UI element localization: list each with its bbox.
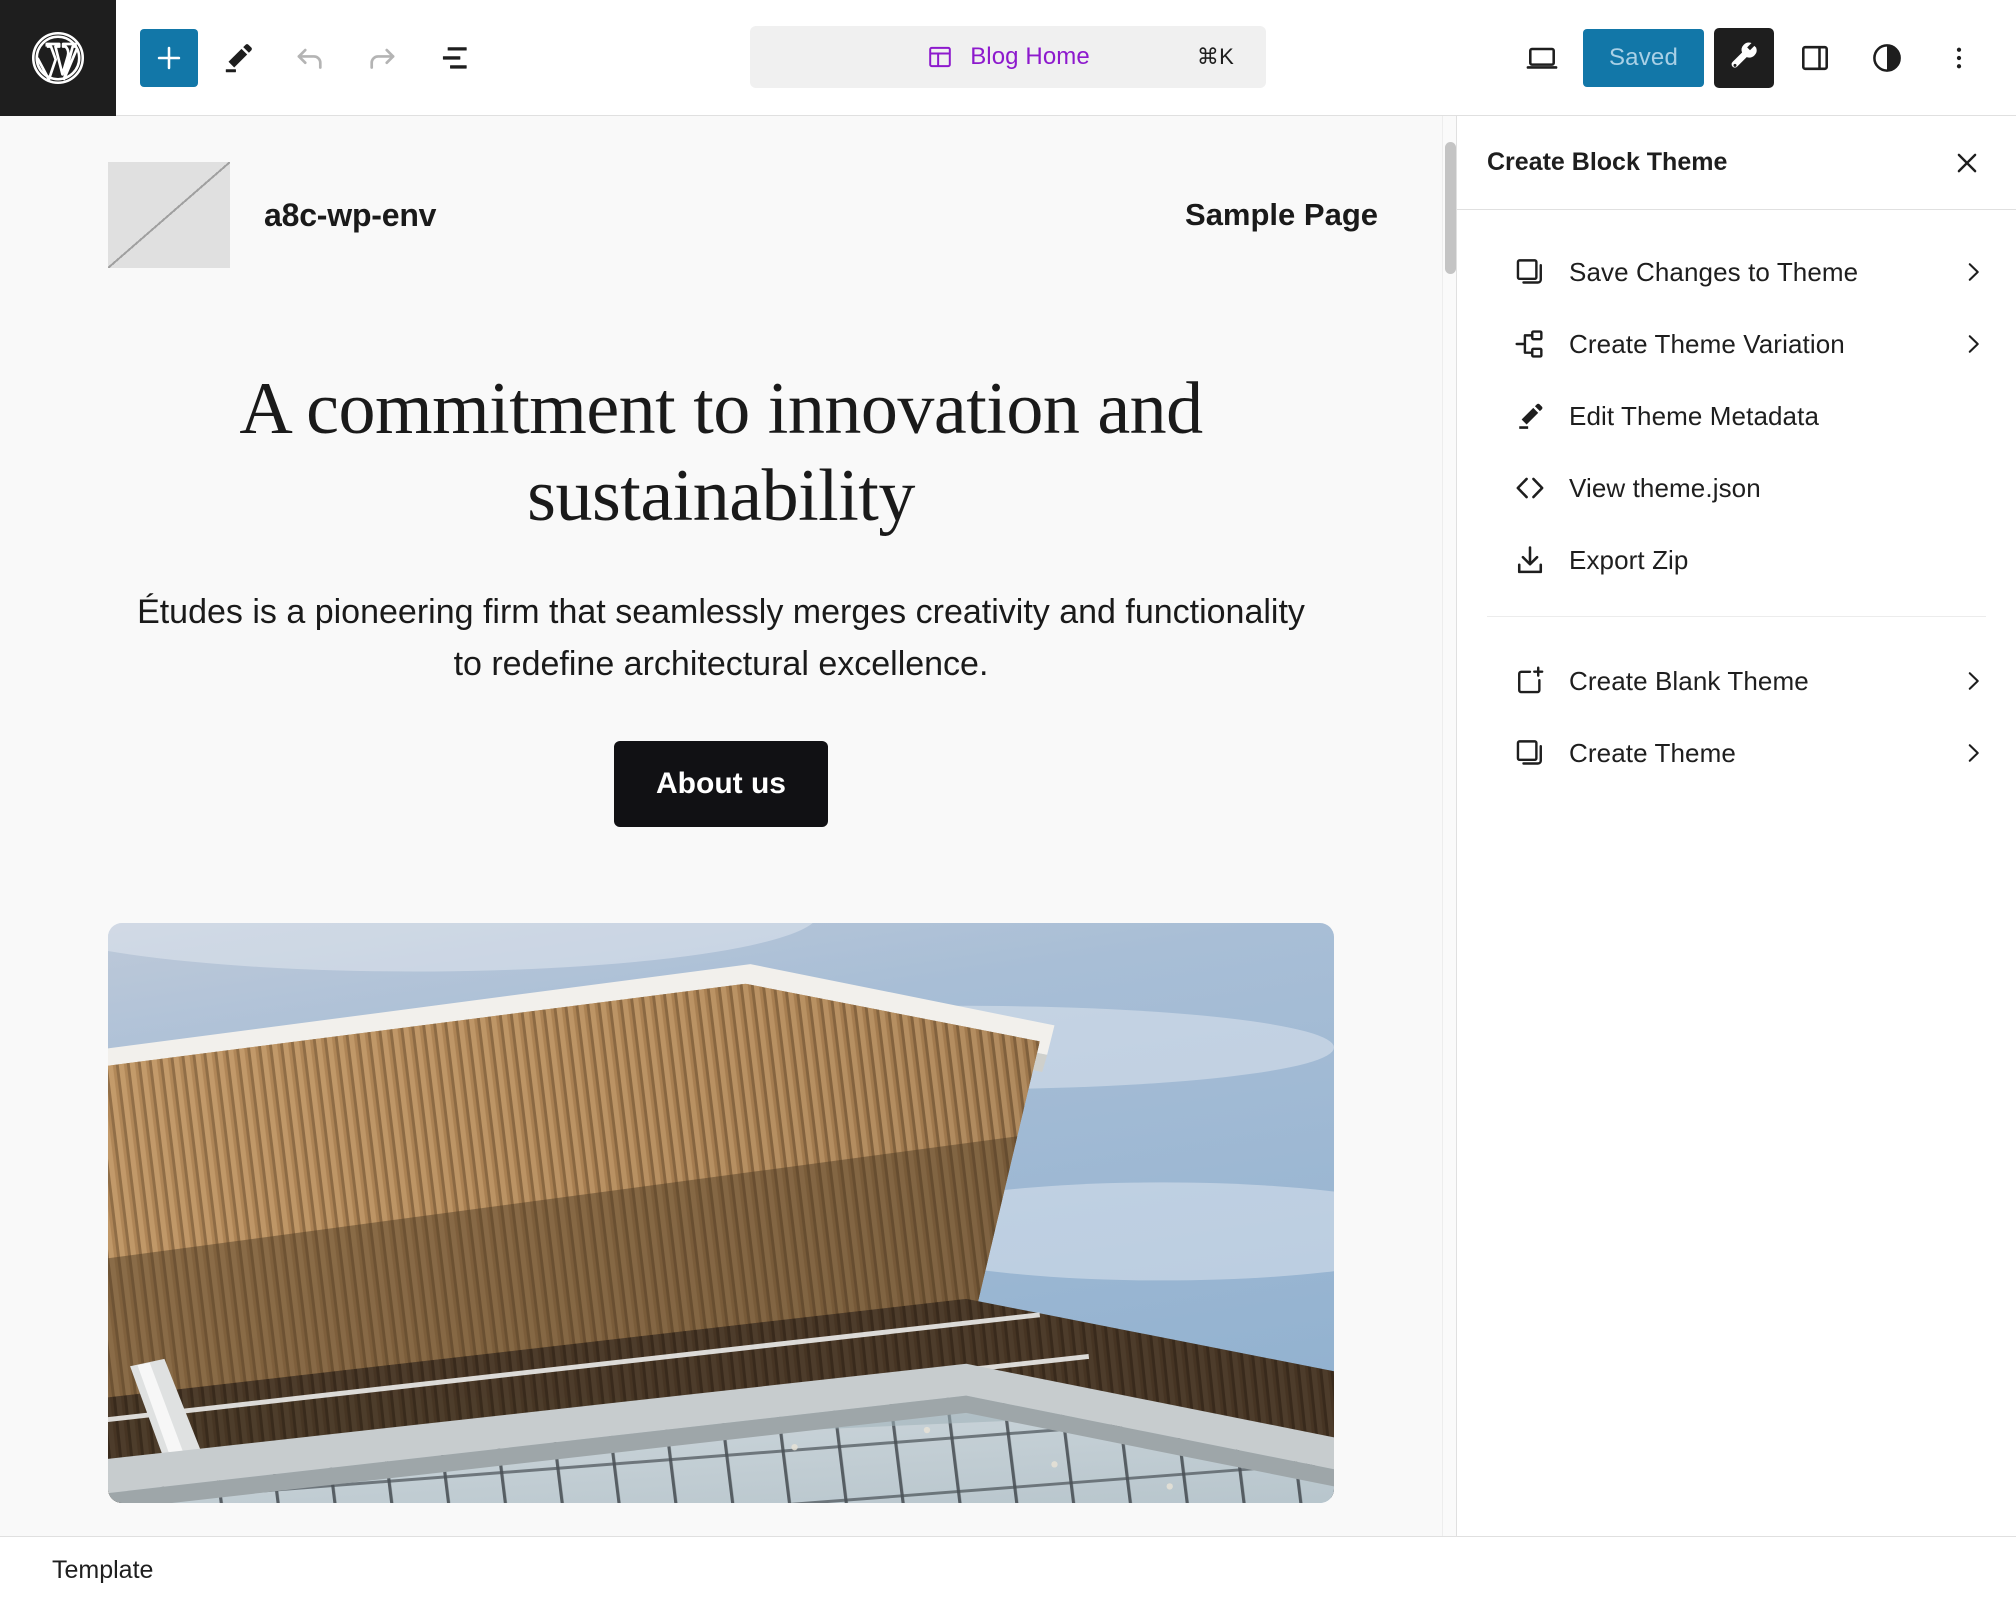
site-header: a8c-wp-env Sample Page bbox=[0, 116, 1442, 268]
sidebar-item-save-changes-to-theme[interactable]: Save Changes to Theme bbox=[1457, 236, 2016, 308]
editor-toolbar: Blog Home ⌘K Saved bbox=[0, 0, 2016, 116]
code-brackets-icon bbox=[1513, 471, 1555, 505]
sidebar-item-label: Save Changes to Theme bbox=[1569, 257, 1858, 288]
sidebar-item-create-theme-variation[interactable]: Create Theme Variation bbox=[1457, 308, 2016, 380]
command-bar-wrapper: Blog Home ⌘K bbox=[750, 26, 1266, 88]
about-us-button[interactable]: About us bbox=[614, 741, 828, 827]
editor-statusbar: Template bbox=[0, 1536, 2016, 1604]
hero-heading[interactable]: A commitment to innovation and sustainab… bbox=[221, 366, 1221, 539]
variation-tree-icon bbox=[1513, 327, 1555, 361]
sidebar-item-edit-theme-metadata[interactable]: Edit Theme Metadata bbox=[1457, 380, 2016, 452]
command-bar[interactable]: Blog Home ⌘K bbox=[750, 26, 1266, 88]
settings-sidebar-button[interactable] bbox=[1784, 27, 1846, 89]
sidebar-header: Create Block Theme bbox=[1457, 116, 2016, 210]
nav-link-sample-page[interactable]: Sample Page bbox=[1185, 197, 1378, 233]
hero-paragraph[interactable]: Études is a pioneering firm that seamles… bbox=[126, 587, 1316, 690]
undo-button[interactable] bbox=[278, 26, 342, 90]
canvas-scrollbar[interactable] bbox=[1442, 116, 1456, 1536]
redo-button[interactable] bbox=[350, 26, 414, 90]
architectural-building-image[interactable] bbox=[108, 923, 1334, 1503]
sidebar-item-label: Export Zip bbox=[1569, 545, 1689, 576]
hero-section: A commitment to innovation and sustainab… bbox=[0, 268, 1442, 827]
sidebar-item-label: Create Blank Theme bbox=[1569, 666, 1809, 697]
sidebar-group-create-theme: Create Blank Theme Create Theme bbox=[1457, 617, 2016, 809]
chevron-right-icon bbox=[1960, 740, 1986, 766]
desktop-preview-button[interactable] bbox=[1511, 27, 1573, 89]
command-bar-label: Blog Home bbox=[970, 43, 1090, 71]
toolbar-left-group bbox=[116, 26, 486, 90]
block-editor-app: Blog Home ⌘K Saved bbox=[0, 0, 2016, 1604]
more-options-button[interactable] bbox=[1928, 27, 1990, 89]
sidebar-item-create-theme[interactable]: Create Theme bbox=[1457, 717, 2016, 789]
sidebar-close-button[interactable] bbox=[1940, 136, 1994, 190]
download-icon bbox=[1513, 543, 1555, 577]
statusbar-label: Template bbox=[52, 1556, 153, 1585]
sidebar-item-label: Edit Theme Metadata bbox=[1569, 401, 1819, 432]
create-block-theme-sidebar: Create Block Theme bbox=[1456, 116, 2016, 1536]
sidebar-group-theme-actions: Save Changes to Theme Create Theme Varia… bbox=[1457, 210, 2016, 616]
sidebar-item-export-zip[interactable]: Export Zip bbox=[1457, 524, 2016, 596]
sidebar-item-create-blank-theme[interactable]: Create Blank Theme bbox=[1457, 645, 2016, 717]
edit-pencil-button[interactable] bbox=[206, 26, 270, 90]
sidebar-item-label: Create Theme Variation bbox=[1569, 329, 1845, 360]
styles-button[interactable] bbox=[1856, 27, 1918, 89]
copy-stack-icon bbox=[1513, 255, 1555, 289]
square-plus-icon bbox=[1513, 664, 1555, 698]
chevron-right-icon bbox=[1960, 668, 1986, 694]
sidebar-item-label: Create Theme bbox=[1569, 738, 1736, 769]
wordpress-logo-button[interactable] bbox=[0, 0, 116, 116]
editor-canvas-area: a8c-wp-env Sample Page A commitment to i… bbox=[0, 116, 1456, 1536]
template-icon bbox=[926, 43, 954, 71]
sidebar-item-label: View theme.json bbox=[1569, 473, 1761, 504]
toolbar-right-group: Saved bbox=[1511, 27, 2016, 89]
pencil-icon bbox=[1513, 399, 1555, 433]
site-logo-placeholder-icon[interactable] bbox=[108, 162, 230, 268]
editor-body: a8c-wp-env Sample Page A commitment to i… bbox=[0, 116, 2016, 1536]
site-preview-canvas[interactable]: a8c-wp-env Sample Page A commitment to i… bbox=[0, 116, 1442, 1536]
list-view-button[interactable] bbox=[422, 26, 486, 90]
create-block-theme-button[interactable] bbox=[1714, 28, 1774, 88]
wordpress-logo-icon bbox=[30, 30, 86, 86]
chevron-right-icon bbox=[1960, 331, 1986, 357]
command-bar-shortcut: ⌘K bbox=[1197, 44, 1234, 70]
site-title[interactable]: a8c-wp-env bbox=[264, 197, 436, 234]
sidebar-item-view-theme-json[interactable]: View theme.json bbox=[1457, 452, 2016, 524]
canvas-scrollbar-thumb[interactable] bbox=[1445, 142, 1456, 274]
copy-stack-icon bbox=[1513, 736, 1555, 770]
close-icon bbox=[1952, 148, 1982, 178]
add-block-button[interactable] bbox=[140, 29, 198, 87]
chevron-right-icon bbox=[1960, 259, 1986, 285]
save-button[interactable]: Saved bbox=[1583, 29, 1704, 87]
sidebar-title: Create Block Theme bbox=[1487, 148, 1727, 177]
